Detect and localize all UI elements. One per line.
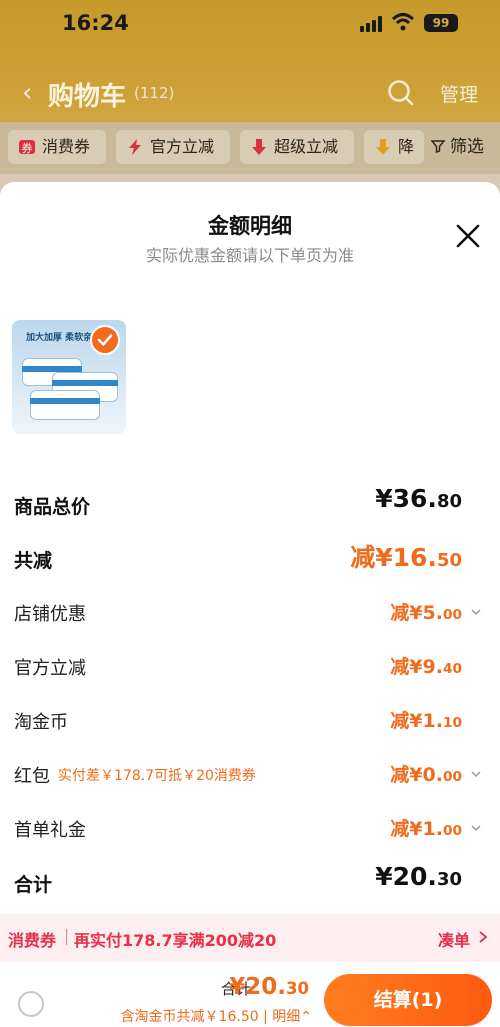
chevron-right-icon [479,931,488,943]
taojinbi-value: 减¥1.10 [390,710,462,732]
arrow-down-icon [252,139,266,155]
red-packet-value: 减¥0.00 [390,764,462,786]
row-total-reduction: 共减 减¥16.50 [0,538,500,578]
amount-detail-sheet: 金额明细 实际优惠金额请以下单页为准 加大加厚 柔软亲 商品总价 ¥36.80 … [0,182,500,1027]
official-discount-value: 减¥9.40 [390,656,462,678]
filter-button[interactable]: 筛选 [424,130,484,164]
row-taojinbi: 淘金币 减¥1.10 [0,700,500,740]
row-grand-total: 合计 ¥20.30 [14,862,462,896]
cart-navbar: ‹ 购物车 (112) 管理 [0,70,500,114]
filter-chip-bar: 券 消费券 官方立减 超级立减 降 筛选 [0,122,500,174]
goods-total-value: ¥36.80 [375,484,462,513]
coupon-icon: 券 [19,140,35,155]
back-chevron-icon[interactable]: ‹ [22,78,32,108]
manage-button[interactable]: 管理 [440,80,478,107]
first-order-gift-value: 减¥1.00 [390,818,462,840]
checkout-bar: 合计: ¥20.30 含淘金币共减￥16.50 | 明细⌃ 结算(1) [0,962,500,1027]
status-time: 16:24 [62,11,129,35]
page-title: 购物车 [48,82,127,112]
row-red-packet[interactable]: 红包 实付差￥178.7可抵￥20消费券 减¥0.00 [0,754,500,794]
total-reduction-value: 减¥16.50 [350,543,462,572]
grand-total-value: ¥20.30 [375,862,462,891]
promo-tag: 消费券 [8,931,57,950]
total-price: ¥20.30 [229,974,309,1000]
product-thumbnail-label: 加大加厚 柔软亲 [26,333,93,343]
sheet-subtitle: 实际优惠金额请以下单页为准 [145,246,354,265]
chip-price-drop[interactable]: 降 [364,130,424,164]
store-discount-value: 减¥5.00 [390,602,462,624]
selected-check-icon[interactable] [90,325,120,355]
battery-indicator: 99 [424,14,458,32]
status-bar: 16:24 99 [0,0,500,48]
signal-icon [360,16,384,32]
chip-official-discount[interactable]: 官方立减 [116,130,230,164]
filter-funnel-icon [430,140,446,153]
promo-divider [66,929,67,945]
row-goods-total: 商品总价 ¥36.80 [14,484,462,518]
row-official-discount: 官方立减 减¥9.40 [0,646,500,686]
close-icon[interactable] [452,220,484,252]
svg-text:券: 券 [22,141,33,155]
chevron-down-icon[interactable] [470,606,482,618]
red-packet-note: 实付差￥178.7可抵￥20消费券 [58,768,256,784]
promo-text: 再实付178.7享满200减20 [74,931,277,950]
arrow-down-icon [376,139,390,155]
sheet-title: 金额明细 [208,214,292,238]
wifi-icon [392,13,414,31]
row-first-order-gift[interactable]: 首单礼金 减¥1.00 [0,808,500,848]
lightning-icon [129,139,141,155]
coupon-promo-bar[interactable]: 消费券 再实付178.7享满200减20 凑单 [0,914,500,962]
row-store-discount[interactable]: 店铺优惠 减¥5.00 [0,592,500,632]
cart-item-count: (112) [134,84,175,102]
checkout-button[interactable]: 结算(1) [324,974,492,1026]
search-icon[interactable] [386,78,414,106]
chip-super-discount[interactable]: 超级立减 [240,130,354,164]
chevron-down-icon[interactable] [470,822,482,834]
add-items-link[interactable]: 凑单 [438,927,470,951]
chevron-down-icon[interactable] [470,768,482,780]
chip-coupon[interactable]: 券 消费券 [8,130,106,164]
detail-toggle[interactable]: 含淘金币共减￥16.50 | 明细⌃ [121,1006,312,1026]
select-all-radio[interactable] [18,991,44,1017]
